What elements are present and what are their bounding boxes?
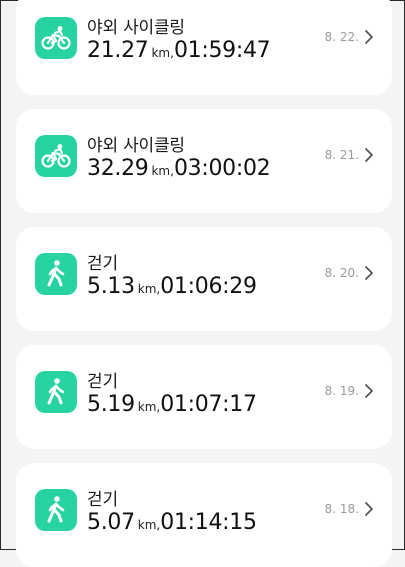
chevron-right-icon bbox=[365, 266, 373, 280]
cycling-icon bbox=[35, 135, 77, 177]
activity-duration: 01:14:15 bbox=[160, 510, 257, 535]
activity-title: 걷기 bbox=[87, 254, 118, 274]
activity-date: 8. 21. bbox=[324, 148, 359, 162]
activity-title: 걷기 bbox=[87, 372, 118, 392]
activity-card[interactable]: 걷기 5.19 km,01:07:17 8. 19. bbox=[16, 345, 392, 449]
activity-distance: 5.07 bbox=[87, 510, 135, 535]
activity-duration: 03:00:02 bbox=[173, 156, 271, 181]
chevron-right-icon bbox=[365, 148, 373, 162]
activity-date: 8. 22. bbox=[324, 30, 359, 44]
activity-title: 야외 사이클링 bbox=[87, 18, 185, 38]
activity-date: 8. 18. bbox=[324, 502, 359, 516]
walking-icon bbox=[35, 371, 77, 413]
activity-title: 야외 사이클링 bbox=[87, 136, 185, 156]
chevron-right-icon bbox=[365, 30, 373, 44]
activity-distance: 5.19 bbox=[87, 392, 135, 417]
distance-unit: km, bbox=[151, 46, 174, 60]
activity-duration: 01:06:29 bbox=[160, 274, 257, 299]
walking-icon bbox=[35, 489, 77, 531]
activity-duration: 01:07:17 bbox=[160, 392, 257, 417]
activity-date: 8. 19. bbox=[324, 384, 359, 398]
activity-distance: 5.13 bbox=[87, 274, 135, 299]
distance-unit: km, bbox=[137, 282, 161, 296]
activity-stats: 5.19 km,01:07:17 bbox=[87, 392, 257, 417]
activity-card[interactable]: 야외 사이클링 32.29 km,03:00:02 8. 21. bbox=[16, 109, 392, 213]
activity-stats: 5.07 km,01:14:15 bbox=[87, 510, 257, 535]
activity-distance: 21.27 bbox=[87, 38, 149, 63]
distance-unit: km, bbox=[137, 400, 161, 414]
walking-icon bbox=[35, 253, 77, 295]
activity-card[interactable]: 걷기 5.07 km,01:14:15 8. 18. bbox=[16, 463, 392, 567]
activity-card[interactable]: 걷기 5.13 km,01:06:29 8. 20. bbox=[16, 227, 392, 331]
distance-unit: km, bbox=[137, 518, 161, 532]
activity-date: 8. 20. bbox=[324, 266, 359, 280]
chevron-right-icon bbox=[365, 502, 373, 516]
activity-stats: 32.29 km,03:00:02 bbox=[87, 156, 271, 181]
activity-stats: 21.27 km,01:59:47 bbox=[87, 38, 271, 63]
activity-title: 걷기 bbox=[87, 490, 118, 510]
activity-distance: 32.29 bbox=[87, 156, 149, 181]
cycling-icon bbox=[35, 17, 77, 59]
chevron-right-icon bbox=[365, 384, 373, 398]
activity-duration: 01:59:47 bbox=[173, 38, 271, 63]
distance-unit: km, bbox=[151, 164, 174, 178]
activity-card[interactable]: 야외 사이클링 21.27 km,01:59:47 8. 22. bbox=[16, 0, 392, 95]
activity-stats: 5.13 km,01:06:29 bbox=[87, 274, 257, 299]
